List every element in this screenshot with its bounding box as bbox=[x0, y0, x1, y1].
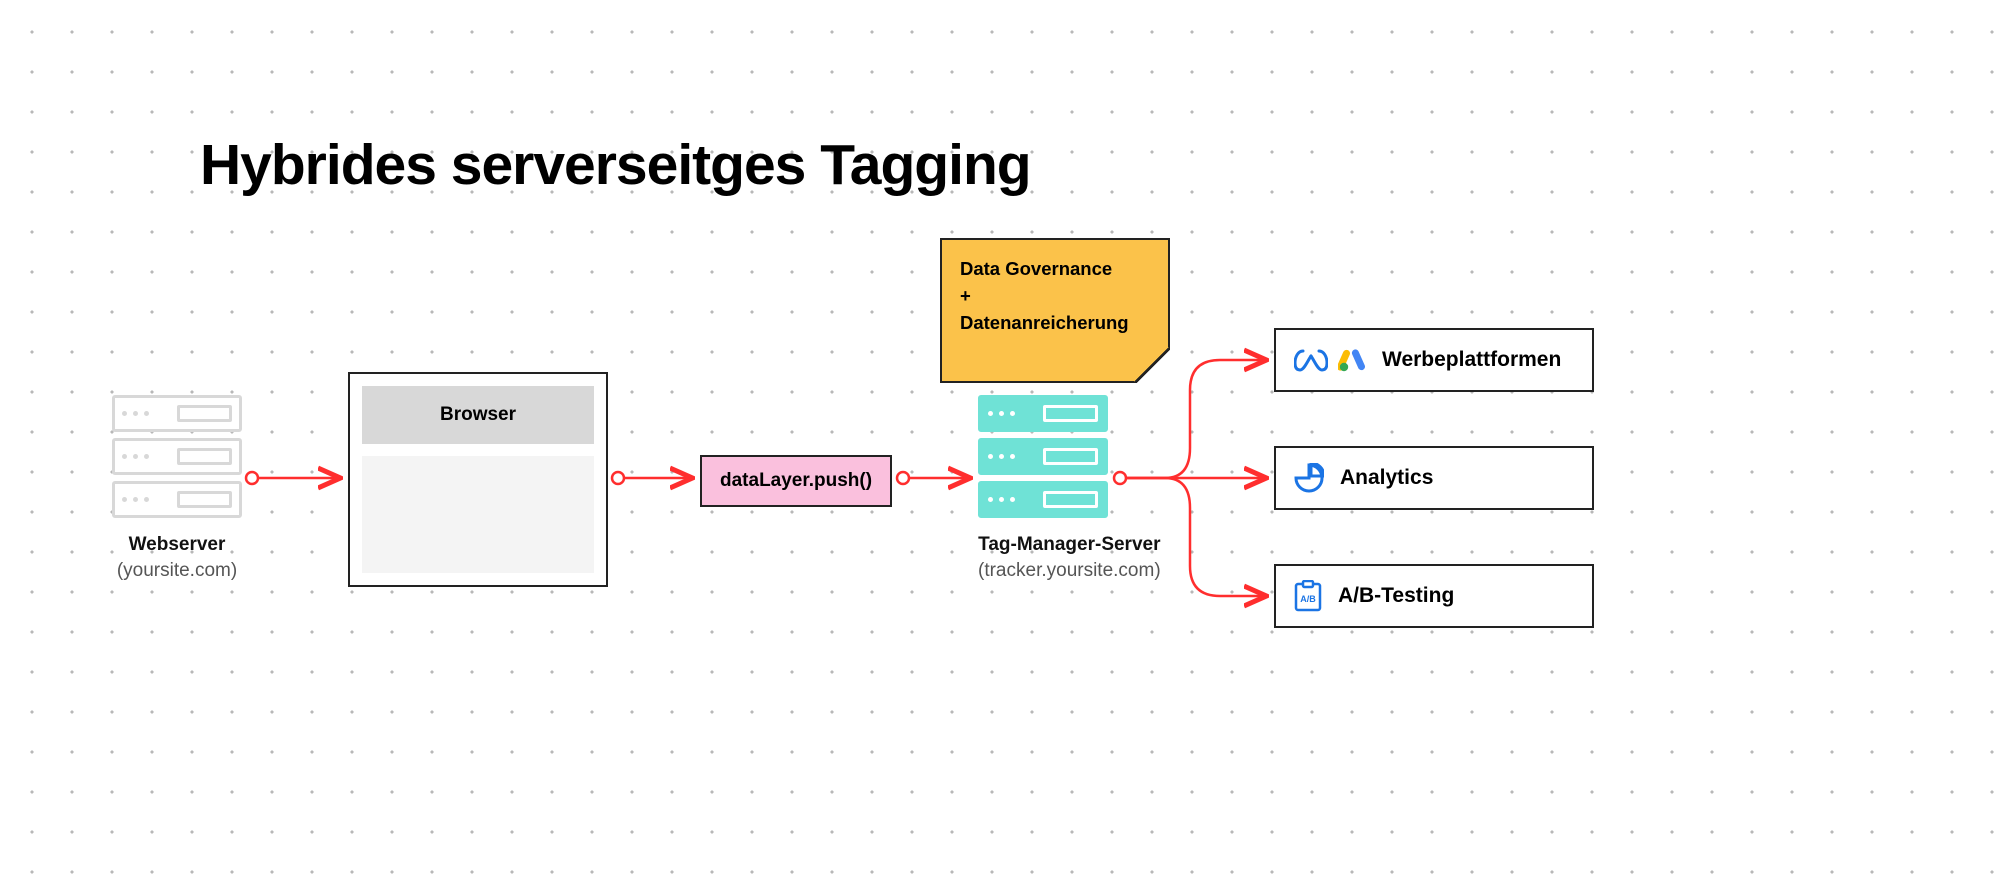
sticky-line3: Datenanreicherung bbox=[960, 310, 1150, 337]
dest-analytics: Analytics bbox=[1274, 446, 1594, 510]
dest-ab: A/B A/B-Testing bbox=[1274, 564, 1594, 628]
dest-analytics-label: Analytics bbox=[1340, 466, 1433, 490]
meta-icon bbox=[1294, 348, 1328, 372]
sticky-note: Data Governance + Datenanreicherung bbox=[940, 238, 1170, 383]
tagmanager-name: Tag-Manager-Server bbox=[978, 532, 1161, 558]
diagram-title: Hybrides serverseitges Tagging bbox=[200, 132, 1031, 198]
sticky-fold-icon bbox=[1134, 347, 1170, 383]
browser-bar-label: Browser bbox=[362, 386, 594, 444]
browser-body bbox=[362, 456, 594, 573]
tagmanager-sub: (tracker.yoursite.com) bbox=[978, 558, 1161, 584]
sticky-line2: + bbox=[960, 283, 1150, 310]
dest-ads-label: Werbeplattformen bbox=[1382, 348, 1561, 372]
webserver-stack-icon bbox=[112, 395, 242, 518]
dest-ads: Werbeplattformen bbox=[1274, 328, 1594, 392]
webserver-block: Webserver (yoursite.com) bbox=[112, 395, 242, 583]
webserver-sub: (yoursite.com) bbox=[112, 558, 242, 584]
piechart-icon bbox=[1294, 463, 1324, 493]
browser-window-icon: Browser bbox=[348, 372, 608, 587]
webserver-name: Webserver bbox=[112, 532, 242, 558]
tagmanager-block: Tag-Manager-Server (tracker.yoursite.com… bbox=[978, 395, 1161, 583]
datalayer-label: dataLayer.push() bbox=[700, 455, 892, 507]
tagmanager-stack-icon bbox=[978, 395, 1161, 518]
datalayer-block: dataLayer.push() bbox=[700, 455, 892, 507]
browser-block: Browser bbox=[348, 372, 608, 587]
google-ads-icon bbox=[1338, 347, 1366, 373]
dest-ab-label: A/B-Testing bbox=[1338, 584, 1454, 608]
sticky-line1: Data Governance bbox=[960, 256, 1150, 283]
svg-text:A/B: A/B bbox=[1300, 594, 1316, 604]
clipboard-ab-icon: A/B bbox=[1294, 580, 1322, 612]
